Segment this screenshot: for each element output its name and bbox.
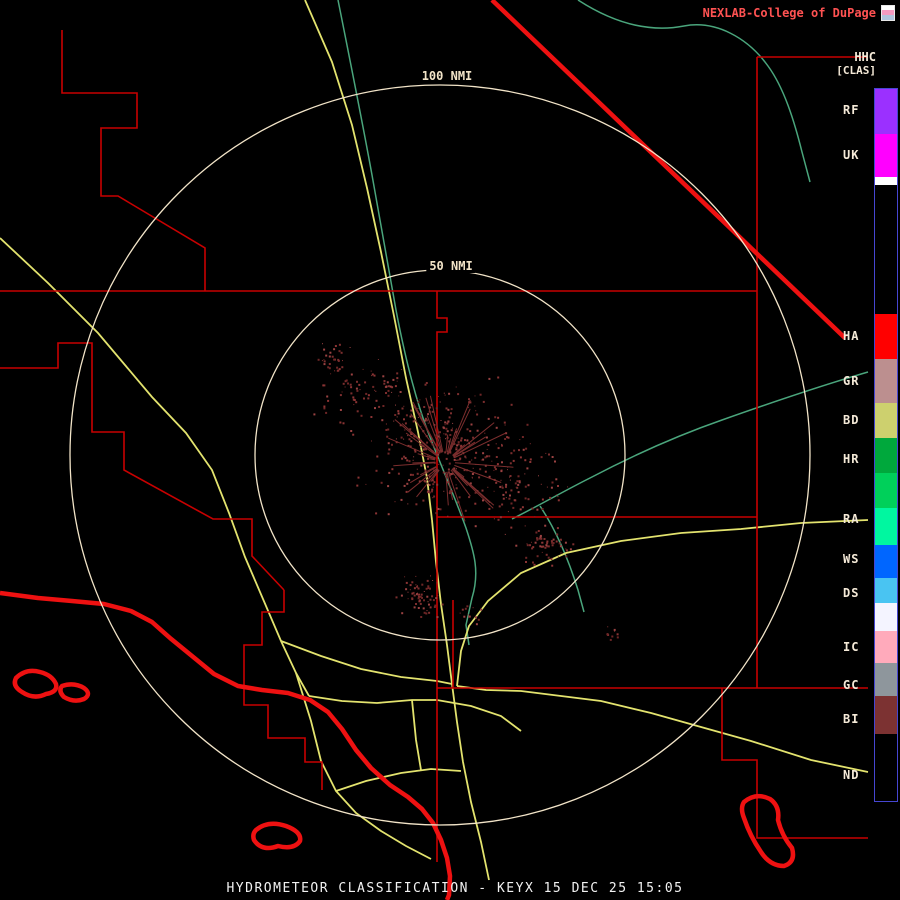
- legend-label-bd: BD: [843, 413, 860, 427]
- product-mode: [CLAS]: [836, 64, 876, 77]
- legend-label-ra: RA: [843, 512, 860, 526]
- legend-segment: [875, 663, 897, 696]
- island: [58, 682, 91, 703]
- legend-segment: [875, 545, 897, 578]
- island: [12, 668, 59, 699]
- highway-lines: [0, 0, 869, 881]
- product-code: HHC: [854, 50, 876, 64]
- legend-segment: [875, 734, 897, 801]
- legend-segment: [875, 185, 897, 314]
- legend-bar: [874, 88, 898, 802]
- river-lines: [337, 0, 869, 646]
- legend-label-hr: HR: [843, 452, 860, 466]
- legend-label-ws: WS: [843, 552, 860, 566]
- legend-segment: [875, 631, 897, 663]
- legend-segment: [875, 359, 897, 403]
- range-ring-50: [254, 269, 626, 641]
- legend-label-nd: ND: [843, 768, 860, 782]
- border-lines: [0, 0, 847, 900]
- legend-segment: [875, 696, 897, 734]
- legend-segment: [875, 438, 897, 473]
- legend-label-ha: HA: [843, 329, 860, 343]
- legend-segment: [875, 177, 897, 185]
- radar-echoes: [313, 343, 619, 641]
- legend-label-gr: GR: [843, 374, 860, 388]
- legend-segment: [875, 473, 897, 508]
- legend-segment: [875, 134, 897, 177]
- legend-segment: [875, 403, 897, 438]
- island: [251, 821, 303, 851]
- legend-label-gc: GC: [843, 678, 860, 692]
- ring-label-50nmi: 50 NMI: [426, 259, 476, 273]
- legend-label-ds: DS: [843, 586, 860, 600]
- legend-segment: [875, 578, 897, 603]
- page-icon: [881, 5, 895, 21]
- source-credit: NEXLAB-College of DuPage: [702, 6, 876, 20]
- legend-segment: [875, 314, 897, 359]
- legend-label-ic: IC: [843, 640, 860, 654]
- ring-label-100nmi: 100 NMI: [418, 69, 476, 83]
- legend-segment: [875, 89, 897, 134]
- state-line-diagonal: [490, 0, 847, 340]
- radar-display: 100 NMI 50 NMI NEXLAB-College of DuPage …: [0, 0, 900, 900]
- legend-segment: [875, 603, 897, 631]
- radar-map[interactable]: [0, 0, 900, 900]
- legend-label-rf: RF: [843, 103, 860, 117]
- legend-segment: [875, 508, 897, 545]
- legend-label-uk: UK: [843, 148, 860, 162]
- legend-label-bi: BI: [843, 712, 860, 726]
- island: [739, 793, 796, 869]
- coastline: [0, 590, 453, 900]
- product-title: HYDROMETEOR CLASSIFICATION - KEYX 15 DEC…: [226, 881, 684, 896]
